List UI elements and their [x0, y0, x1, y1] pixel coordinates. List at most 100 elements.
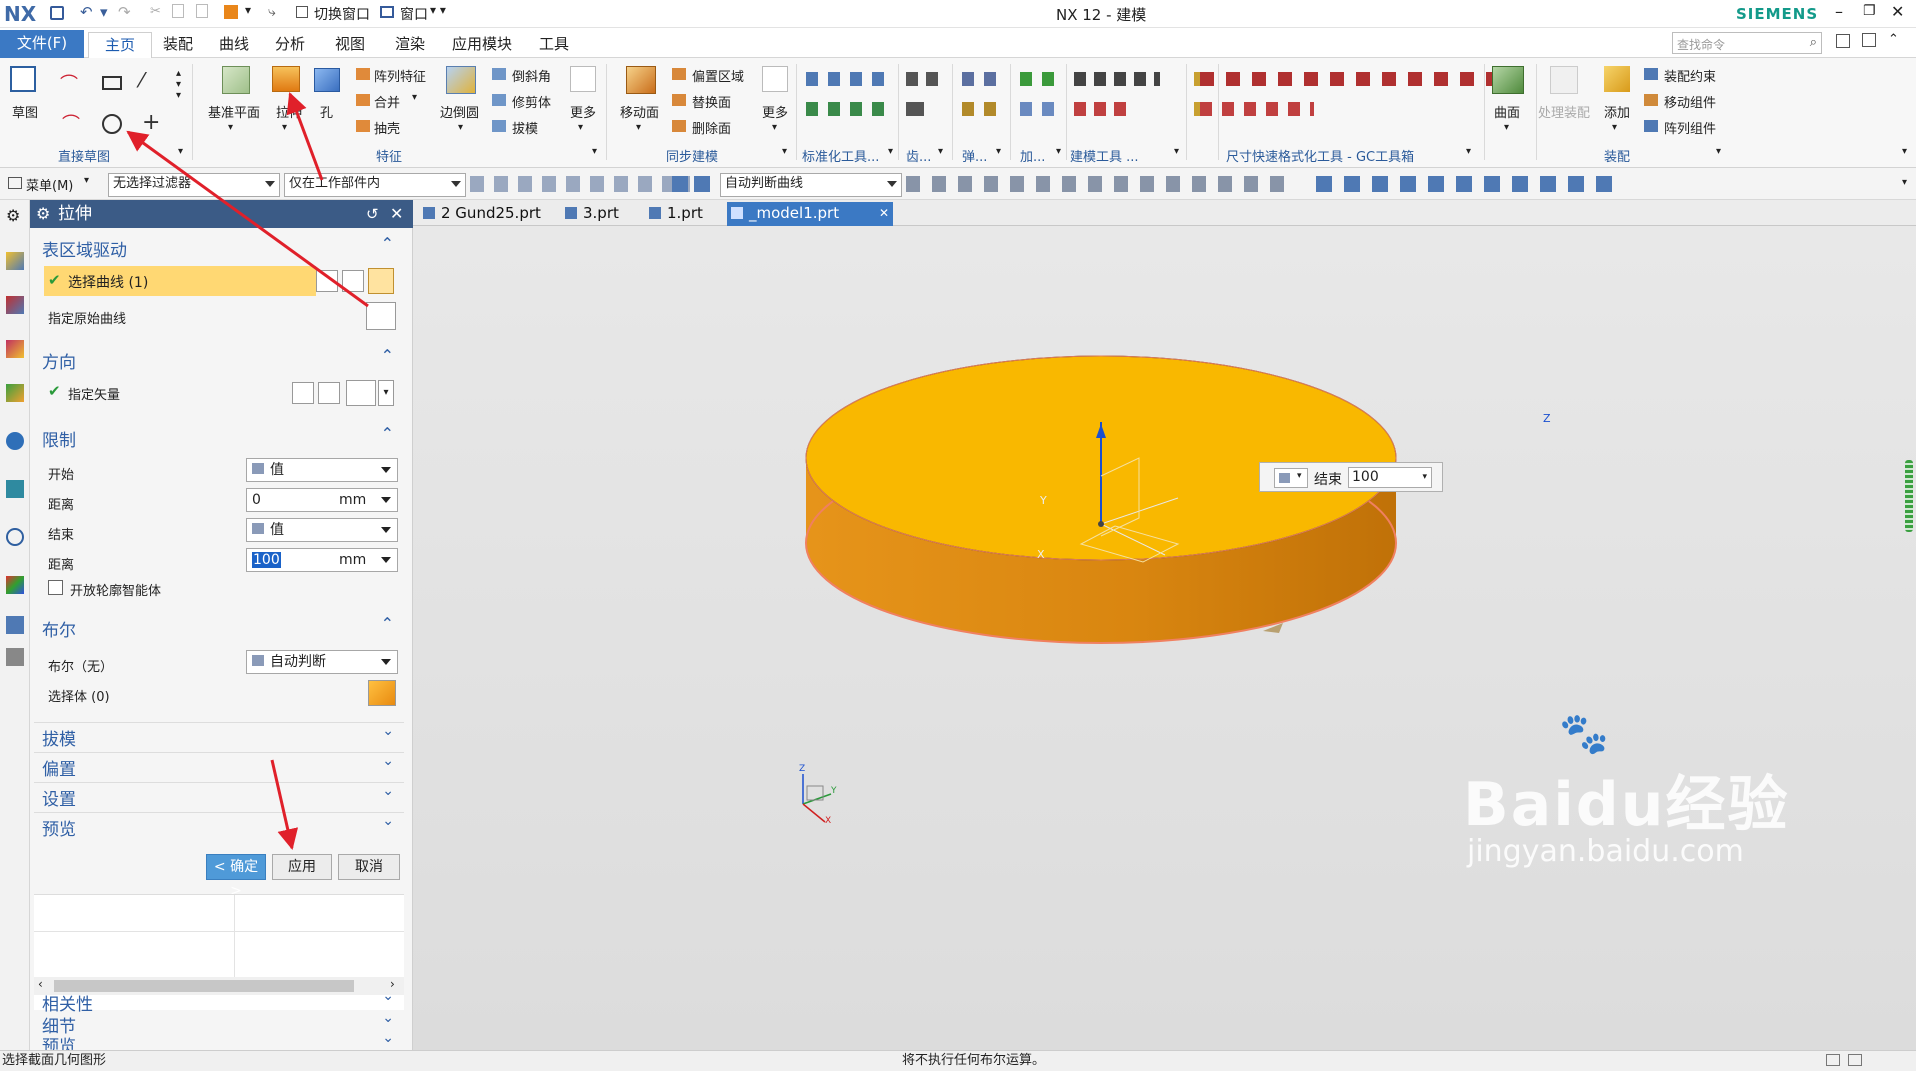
- end-mini-input[interactable]: 100 ▾: [1348, 467, 1432, 488]
- paste-icon[interactable]: [196, 4, 208, 18]
- add-tools-icons2[interactable]: [1020, 102, 1060, 116]
- arc-icon[interactable]: ⌒: [62, 110, 80, 136]
- gear-icon[interactable]: ⚙: [36, 200, 50, 228]
- line-icon[interactable]: ⁄: [140, 68, 143, 92]
- tab-tools[interactable]: 工具: [528, 32, 580, 58]
- group-dropdown-icon[interactable]: ▾: [1466, 146, 1471, 157]
- pattern-component-button[interactable]: 阵列组件: [1664, 118, 1716, 137]
- palette-icon[interactable]: [6, 576, 24, 594]
- group-dropdown-icon[interactable]: ▾: [782, 146, 787, 157]
- web-browser-icon[interactable]: [6, 432, 24, 450]
- chevron-down-icon[interactable]: ⌄: [382, 723, 394, 739]
- menu-dropdown-icon[interactable]: ▾: [84, 175, 89, 186]
- section-preview-header[interactable]: 预览 ⌄: [34, 812, 404, 840]
- rectangle-icon[interactable]: [102, 76, 122, 90]
- close-tab-icon[interactable]: ✕: [879, 202, 889, 224]
- chevron-down-icon[interactable]: ⌄: [382, 1010, 394, 1026]
- view-tools-icons[interactable]: [1316, 176, 1616, 192]
- tab-render[interactable]: 渲染: [384, 32, 436, 58]
- doc-tab-1prt[interactable]: 1.prt: [645, 202, 703, 226]
- add-component-icon[interactable]: [1604, 66, 1630, 92]
- profile-icon[interactable]: ⌒: [60, 70, 78, 96]
- chevron-down-icon[interactable]: ⌄: [382, 988, 394, 1004]
- tab-assembly[interactable]: 装配: [152, 32, 204, 58]
- end-distance-input[interactable]: 100 mm: [246, 548, 398, 572]
- datum-plane-button[interactable]: 基准平面: [208, 102, 260, 121]
- vector-dialog-icon[interactable]: [318, 382, 340, 404]
- section-offset-header[interactable]: 偏置 ⌄: [34, 752, 404, 780]
- point-icon[interactable]: +: [142, 110, 160, 135]
- role-icon[interactable]: [6, 616, 24, 634]
- tab-application[interactable]: 应用模块: [444, 32, 520, 58]
- close-icon[interactable]: ✕: [390, 200, 403, 228]
- edge-blend-dropdown-icon[interactable]: ▾: [458, 122, 463, 133]
- modeling-tools-icons[interactable]: [1074, 72, 1160, 86]
- start-distance-input[interactable]: 0 mm: [246, 488, 398, 512]
- status-full-screen-icon[interactable]: [1848, 1054, 1862, 1066]
- vector-dropdown-icon[interactable]: ▾: [378, 380, 394, 406]
- modeling-tools-icons2[interactable]: [1074, 102, 1134, 116]
- boolean-select[interactable]: 自动判断: [246, 650, 398, 674]
- more-dropdown-icon[interactable]: ▾: [578, 122, 583, 133]
- hole-icon[interactable]: [314, 68, 340, 92]
- section-draft-header[interactable]: 拔模 ⌄: [34, 722, 404, 750]
- undo-dropdown-icon[interactable]: ▾: [100, 3, 108, 21]
- assembly-constraint-button[interactable]: 装配约束: [1664, 66, 1716, 85]
- start-type-select[interactable]: 值: [246, 458, 398, 482]
- ok-button[interactable]: < 确定 >: [206, 854, 266, 899]
- edge-blend-button[interactable]: 边倒圆: [440, 102, 479, 121]
- cancel-button[interactable]: 取消: [338, 854, 400, 880]
- doc-tab-gund25[interactable]: 2 Gund25.prt: [419, 202, 541, 226]
- trim-body-button[interactable]: 修剪体: [512, 92, 551, 111]
- pattern-feature-button[interactable]: 阵列特征: [374, 66, 426, 85]
- select-body-icon[interactable]: [368, 680, 396, 706]
- section-settings-header[interactable]: 设置 ⌄: [34, 782, 404, 810]
- gear-tools-icons[interactable]: [906, 72, 944, 86]
- snap-face-icon[interactable]: [694, 176, 710, 192]
- close-button[interactable]: ✕: [1891, 2, 1904, 21]
- surface-dropdown-icon[interactable]: ▾: [1504, 122, 1509, 133]
- sketch-section-icon[interactable]: [342, 270, 364, 292]
- more-features-button[interactable]: 更多: [570, 102, 596, 121]
- part-navigator-icon[interactable]: [6, 252, 24, 270]
- selection-tools-icons[interactable]: [470, 176, 690, 192]
- chevron-down-icon[interactable]: ⌄: [382, 783, 394, 799]
- unite-dropdown-icon[interactable]: ▾: [412, 92, 417, 103]
- more-features-icon[interactable]: [570, 66, 596, 92]
- constraint-navigator-icon[interactable]: [6, 340, 24, 358]
- tab-curve[interactable]: 曲线: [208, 32, 260, 58]
- sketch-icon[interactable]: [10, 66, 36, 92]
- status-view-icon[interactable]: [1826, 1054, 1840, 1066]
- unite-button[interactable]: 合并: [374, 92, 400, 111]
- chevron-up-icon[interactable]: ⌃: [381, 346, 394, 365]
- add-tools-icons[interactable]: [1020, 72, 1060, 86]
- chamfer-button[interactable]: 倒斜角: [512, 66, 551, 85]
- hole-button[interactable]: 孔: [320, 102, 333, 121]
- extrude-dropdown-icon[interactable]: ▾: [282, 122, 287, 133]
- surface-button[interactable]: 曲面: [1494, 102, 1520, 121]
- switch-window-button[interactable]: 切换窗口: [314, 4, 370, 24]
- group-dropdown-icon[interactable]: ▾: [938, 146, 943, 157]
- tab-analysis[interactable]: 分析: [264, 32, 316, 58]
- search-icon[interactable]: ⌕: [1810, 35, 1817, 50]
- section-related-header[interactable]: 相关性 ⌄: [34, 988, 404, 1015]
- tab-home[interactable]: 主页: [88, 32, 152, 59]
- more-sync-icon[interactable]: [762, 66, 788, 92]
- section-direction-header[interactable]: 方向 ⌃: [34, 346, 404, 373]
- move-face-button[interactable]: 移动面: [620, 102, 659, 121]
- copy-icon[interactable]: [172, 4, 184, 18]
- dimension-format-icons-row1[interactable]: [1200, 72, 1498, 86]
- chevron-down-icon[interactable]: ⌄: [382, 813, 394, 829]
- reuse-library-icon[interactable]: [6, 384, 24, 402]
- group-dropdown-icon[interactable]: ▾: [1174, 146, 1179, 157]
- command-search-input[interactable]: 查找命令: [1677, 36, 1725, 53]
- clock-icon[interactable]: [6, 528, 24, 546]
- circle-icon[interactable]: [102, 114, 122, 134]
- more-sync-button[interactable]: 更多: [762, 102, 788, 121]
- spring-tools-icons[interactable]: [962, 72, 1002, 86]
- group-dropdown-icon[interactable]: ▾: [996, 146, 1001, 157]
- assembly-navigator-icon[interactable]: [6, 296, 24, 314]
- touch-dropdown-icon[interactable]: ▾: [245, 3, 251, 17]
- on-screen-input-end[interactable]: ▾ 结束 100 ▾: [1259, 462, 1443, 492]
- group-dropdown-icon[interactable]: ▾: [1716, 146, 1721, 157]
